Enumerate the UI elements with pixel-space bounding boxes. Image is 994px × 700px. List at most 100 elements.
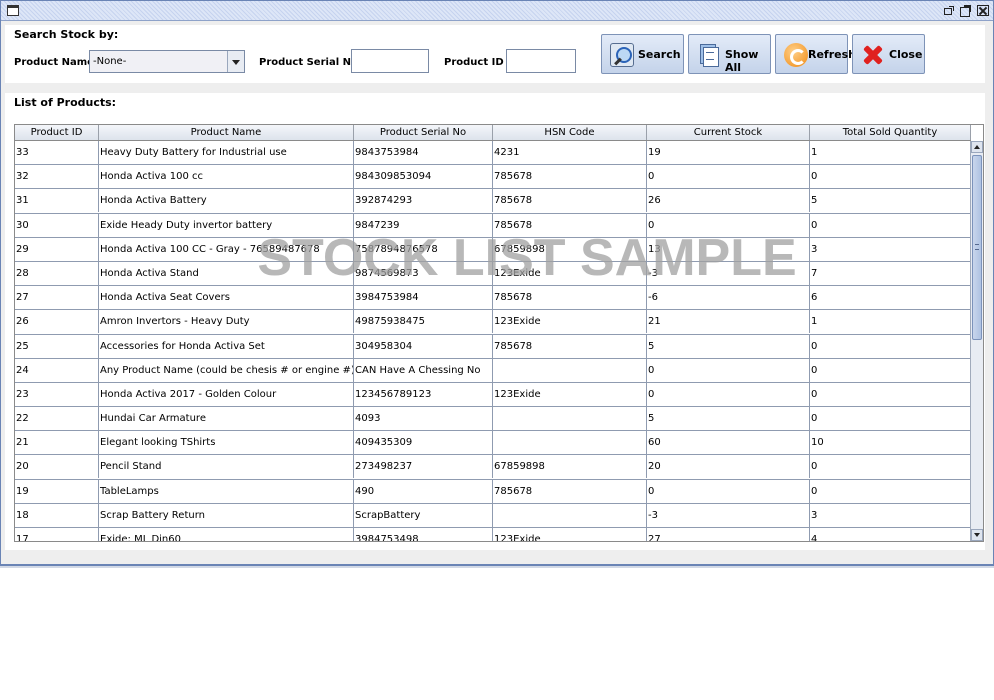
table-row[interactable]: 31 Honda Activa Battery 392874293 785678 26 5: [15, 189, 971, 214]
product-name-combo[interactable]: -None-: [89, 50, 245, 73]
products-table: Product ID Product Name Product Serial No H…: [14, 124, 984, 542]
cell-col-current-stock: -3: [647, 503, 810, 527]
cell-col-total-sold: 0: [810, 479, 971, 503]
cell-col-serial: 7587894876578: [354, 237, 493, 261]
cell-col-hsn: 123Exide: [493, 382, 647, 406]
cell-col-product-id: 33: [15, 141, 99, 164]
cell-col-serial: 9847239: [354, 213, 493, 237]
refresh-button[interactable]: Refresh: [775, 34, 856, 74]
header-col-current-stock[interactable]: Current Stock: [647, 125, 810, 140]
close-window-icon[interactable]: [977, 5, 989, 16]
cell-col-hsn: [493, 358, 647, 382]
table-row[interactable]: 25 Accessories for Honda Activa Set 304958…: [15, 334, 971, 359]
cell-col-current-stock: 0: [647, 479, 810, 503]
cell-col-serial: 409435309: [354, 431, 493, 455]
cell-col-serial: 3984753498: [354, 528, 493, 541]
cell-col-total-sold: 5: [810, 189, 971, 213]
cell-col-hsn: 785678: [493, 213, 647, 237]
cell-col-serial: CAN Have A Chessing No: [354, 358, 493, 382]
table-row[interactable]: 22 Hundai Car Armature 4093 5 0: [15, 407, 971, 432]
header-col-serial[interactable]: Product Serial No: [354, 125, 493, 140]
table-row[interactable]: 28 Honda Activa Stand 9874569873 123Exide -3…: [15, 261, 971, 287]
documents-icon: [697, 43, 721, 67]
header-col-hsn[interactable]: HSN Code: [493, 125, 647, 140]
cell-col-product-name: Honda Activa 100 cc: [99, 165, 354, 189]
cell-col-hsn: [493, 407, 647, 431]
product-name-label: Product Name: [14, 57, 94, 68]
scroll-up-icon[interactable]: [971, 141, 983, 153]
table-row[interactable]: 21 Elegant looking TShirts 409435309 60 10: [15, 431, 971, 456]
table-row[interactable]: 24 Any Product Name (could be chesis # or…: [15, 358, 971, 383]
cell-col-product-id: 27: [15, 286, 99, 310]
cell-col-hsn: 785678: [493, 189, 647, 213]
vertical-scrollbar[interactable]: [970, 141, 983, 541]
scroll-thumb[interactable]: [972, 155, 982, 340]
cell-col-hsn: 67859898: [493, 455, 647, 479]
cell-col-serial: ScrapBattery: [354, 503, 493, 527]
close-button[interactable]: Close: [852, 34, 925, 74]
red-x-icon: [861, 43, 885, 67]
cell-col-total-sold: 1: [810, 141, 971, 164]
cell-col-hsn: 123Exide: [493, 528, 647, 541]
scroll-down-icon[interactable]: [971, 529, 983, 541]
cell-col-total-sold: 6: [810, 286, 971, 310]
table-row[interactable]: 26 Amron Invertors - Heavy Duty 498759384…: [15, 310, 971, 335]
header-col-total-sold[interactable]: Total Sold Quantity: [810, 125, 971, 140]
cell-col-hsn: 123Exide: [493, 310, 647, 334]
table-row[interactable]: 23 Honda Activa 2017 - Golden Colour 12345…: [15, 382, 971, 408]
cell-col-serial: 123456789123: [354, 382, 493, 406]
cell-col-product-name: Exide Heady Duty invertor battery: [99, 213, 354, 237]
table-row[interactable]: 17 Exide: ML Din60 3984753498 123Exide 27 4: [15, 528, 971, 541]
restore-icon[interactable]: [943, 5, 955, 16]
table-row[interactable]: 18 Scrap Battery Return ScrapBattery -3 3: [15, 503, 971, 528]
cell-col-total-sold: 4: [810, 528, 971, 541]
product-id-input[interactable]: [506, 49, 576, 73]
list-section-title: List of Products:: [14, 96, 117, 109]
show-all-button[interactable]: Show All: [688, 34, 771, 74]
cell-col-product-id: 32: [15, 165, 99, 189]
header-col-product-id[interactable]: Product ID: [15, 125, 99, 140]
table-row[interactable]: 29 Honda Activa 100 CC - Gray - 765894876…: [15, 237, 971, 262]
header-col-product-name[interactable]: Product Name: [99, 125, 354, 140]
cell-col-hsn: [493, 503, 647, 527]
cell-col-product-id: 17: [15, 528, 99, 541]
cell-col-product-id: 26: [15, 310, 99, 334]
chevron-down-icon[interactable]: [227, 51, 244, 72]
table-row[interactable]: 20 Pencil Stand 273498237 67859898 20 0: [15, 455, 971, 480]
cell-col-product-id: 24: [15, 358, 99, 382]
table-row[interactable]: 33 Heavy Duty Battery for Industrial use 9…: [15, 141, 971, 166]
search-button[interactable]: Search: [601, 34, 684, 74]
cell-col-current-stock: 0: [647, 213, 810, 237]
cell-col-product-name: Heavy Duty Battery for Industrial use: [99, 141, 354, 164]
cell-col-product-id: 21: [15, 431, 99, 455]
product-name-selected: -None-: [93, 56, 127, 67]
cell-col-hsn: 785678: [493, 479, 647, 503]
cell-col-total-sold: 0: [810, 455, 971, 479]
cell-col-serial: 490: [354, 479, 493, 503]
cell-col-product-name: Elegant looking TShirts: [99, 431, 354, 455]
cell-col-hsn: 67859898: [493, 237, 647, 261]
close-button-label: Close: [889, 48, 923, 61]
cell-col-product-name: Honda Activa Stand: [99, 261, 354, 285]
cell-col-product-name: Pencil Stand: [99, 455, 354, 479]
serial-input[interactable]: [351, 49, 429, 73]
magnifier-icon: [610, 43, 634, 67]
cell-col-serial: 9874569873: [354, 261, 493, 285]
cell-col-current-stock: 60: [647, 431, 810, 455]
refresh-button-label: Refresh: [808, 48, 856, 61]
table-row[interactable]: 27 Honda Activa Seat Covers 3984753984 7856…: [15, 286, 971, 311]
table-row[interactable]: 30 Exide Heady Duty invertor battery 98472…: [15, 213, 971, 238]
table-row[interactable]: 32 Honda Activa 100 cc 984309853094 785678 0…: [15, 165, 971, 190]
cell-col-current-stock: 0: [647, 382, 810, 406]
cell-col-current-stock: 21: [647, 310, 810, 334]
cell-col-hsn: 785678: [493, 286, 647, 310]
cell-col-product-name: Honda Activa Seat Covers: [99, 286, 354, 310]
cell-col-current-stock: 5: [647, 407, 810, 431]
cell-col-total-sold: 3: [810, 237, 971, 261]
cell-col-product-id: 20: [15, 455, 99, 479]
cell-col-product-id: 23: [15, 382, 99, 406]
cell-col-current-stock: 20: [647, 455, 810, 479]
maximize-icon[interactable]: [959, 5, 971, 17]
table-row[interactable]: 19 TableLamps 490 785678 0 0: [15, 479, 971, 504]
cell-col-hsn: 785678: [493, 334, 647, 358]
